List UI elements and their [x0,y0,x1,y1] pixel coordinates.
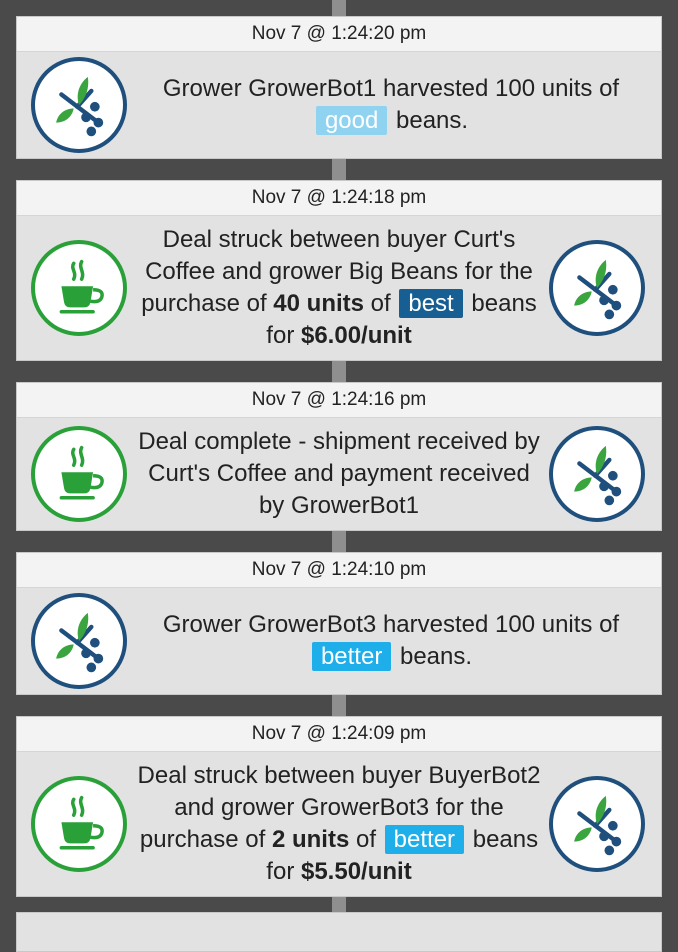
event-card[interactable]: Nov 7 @ 1:24:16 pm Deal complete - shipm… [16,382,662,531]
quality-badge-better: better [384,825,465,854]
deal-price: $5.50/unit [300,858,412,885]
coffee-cup-icon [31,776,127,872]
quality-badge-better: better [311,642,392,671]
event-timestamp: Nov 7 @ 1:24:16 pm [17,383,661,418]
event-card[interactable]: Nov 7 @ 1:24:10 pm Grower GrowerBot3 har… [16,552,662,695]
deal-units: 2 units [271,826,350,853]
event-body: Grower GrowerBot1 harvested 100 units of… [17,52,661,158]
event-message: Grower GrowerBot3 harvested 100 units of… [162,611,620,671]
event-body: Deal complete - shipment received by Cur… [17,418,661,530]
event-body: Grower GrowerBot3 harvested 100 units of… [17,588,661,694]
coffee-plant-icon [549,426,645,522]
event-timestamp: Nov 7 @ 1:24:10 pm [17,553,661,588]
event-message: Deal struck between buyer Curt's Coffee … [141,226,537,349]
coffee-plant-icon [31,57,127,153]
deal-units: 40 units [273,290,364,317]
coffee-cup-icon [31,426,127,522]
event-message: Deal complete - shipment received by Cur… [138,428,540,519]
deal-price: $6.00/unit [300,322,412,349]
coffee-cup-icon [31,240,127,336]
event-body: Deal struck between buyer BuyerBot2 and … [17,752,661,896]
event-message: Grower GrowerBot1 harvested 100 units of… [162,75,620,135]
event-message: Deal struck between buyer BuyerBot2 and … [137,762,541,885]
event-timestamp: Nov 7 @ 1:24:18 pm [17,181,661,216]
event-timestamp: Nov 7 @ 1:24:20 pm [17,17,661,52]
quality-badge-best: best [399,289,463,318]
event-card[interactable]: Nov 7 @ 1:24:09 pm Deal struck between b… [16,716,662,897]
event-body: Deal struck between buyer Curt's Coffee … [17,216,661,360]
quality-badge-good: good [315,106,388,135]
event-timestamp: Nov 7 @ 1:24:09 pm [17,717,661,752]
coffee-plant-icon [549,776,645,872]
coffee-plant-icon [549,240,645,336]
event-card[interactable]: Nov 7 @ 1:24:20 pm Grower GrowerBot1 har… [16,16,662,159]
event-card[interactable]: Nov 7 @ 1:24:18 pm Deal struck between b… [16,180,662,361]
event-feed[interactable]: Nov 7 @ 1:24:20 pm Grower GrowerBot1 har… [0,0,678,952]
event-card[interactable] [16,912,662,952]
coffee-plant-icon [31,593,127,689]
